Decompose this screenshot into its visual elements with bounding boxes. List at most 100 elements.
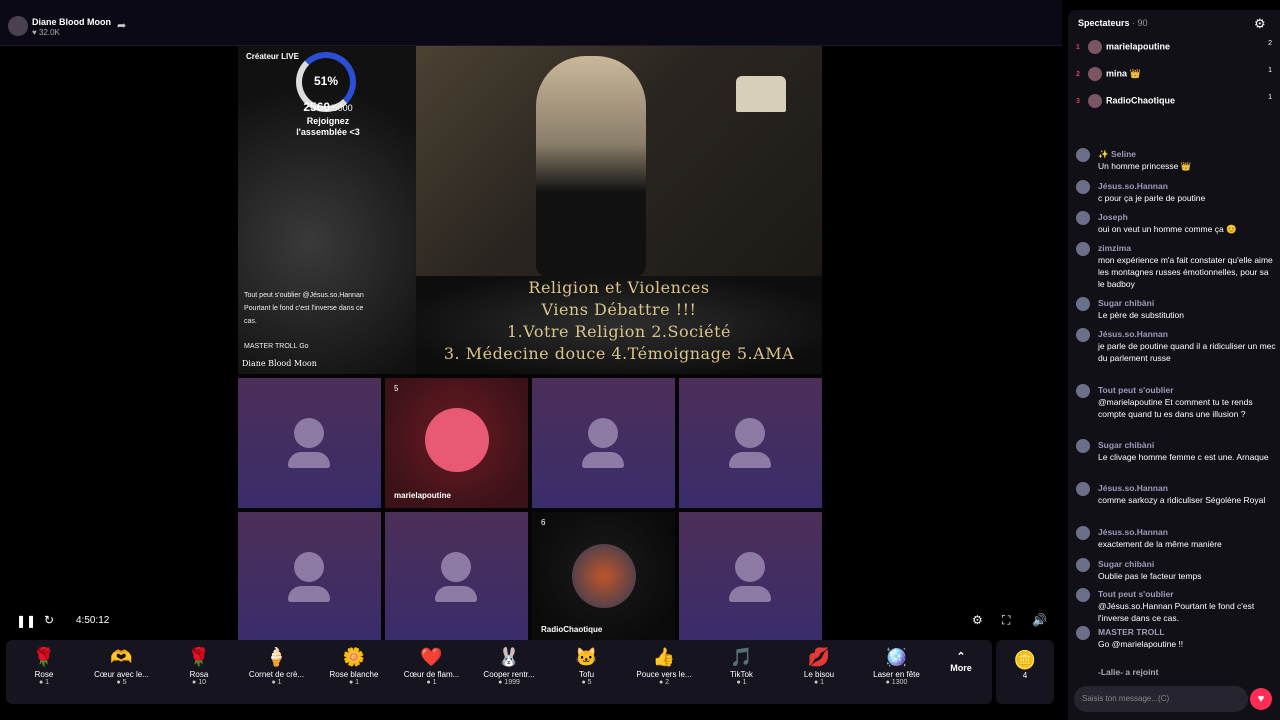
- gift-name: Rose: [34, 670, 54, 679]
- topic-banner: Religion et Violences Viens Débattre !!!…: [416, 276, 822, 374]
- top-viewer[interactable]: 1 marielapoutine 2: [1076, 40, 1276, 54]
- chat-message: MASTER TROLL Go @marielapoutine !!: [1076, 626, 1276, 650]
- gift-bar: 🌹 Rose ● 1 🫶 Cœur avec le... ● 5 🌹 Rosa ● 10 🍦 Cor…: [6, 640, 992, 704]
- lamp-decoration: [736, 76, 786, 112]
- gift-name: Cornet de crè...: [248, 670, 305, 679]
- avatar[interactable]: [1076, 180, 1090, 194]
- chat-message: ✨ Seline Un homme princesse 👑: [1076, 148, 1276, 172]
- gift-icon: 🌼: [342, 647, 366, 667]
- avatar[interactable]: [1076, 297, 1090, 311]
- gift-item[interactable]: 🐱 Tofu ● 5: [549, 646, 625, 686]
- chat-message: Jésus.so.Hannan comme sarkozy a ridiculis…: [1076, 482, 1276, 506]
- gift-icon: 🌹: [187, 647, 211, 667]
- avatar[interactable]: [1076, 482, 1090, 496]
- more-gifts-button[interactable]: ⌃ More: [946, 650, 976, 673]
- gear-icon[interactable]: ⚙: [1254, 16, 1266, 32]
- gift-icon: 👍: [652, 647, 676, 667]
- player-controls: ❚❚ ↻ 4:50:12 ⚙ ⛶ 🔊: [0, 608, 1062, 636]
- overlay-chat-line: cas.: [244, 318, 257, 325]
- avatar[interactable]: [1076, 526, 1090, 540]
- avatar: [1088, 40, 1102, 54]
- settings-icon[interactable]: ⚙: [972, 613, 983, 627]
- gift-item[interactable]: 🪩 Laser en fête ● 1300: [859, 646, 935, 686]
- chat-message: Jésus.so.Hannan c pour ça je parle de pou…: [1076, 180, 1276, 204]
- refresh-icon[interactable]: ↻: [44, 613, 54, 627]
- guest-avatar: [572, 544, 636, 608]
- gift-price: ● 1: [736, 679, 747, 686]
- host-figure: [536, 56, 646, 276]
- top-viewer[interactable]: 2 mina 👑 1: [1076, 67, 1276, 81]
- guest-tile-empty[interactable]: [532, 378, 675, 508]
- volume-icon[interactable]: 🔊: [1032, 613, 1047, 627]
- overlay-chat-line: Pourtant le fond c'est l'inverse dans ce: [244, 305, 364, 312]
- gift-icon: 🌹: [32, 647, 56, 667]
- gift-price: ● 1999: [498, 679, 520, 686]
- avatar[interactable]: [1076, 558, 1090, 572]
- join-notice: -Lalie- a rejoint: [1098, 667, 1159, 677]
- gift-price: ● 1: [813, 679, 825, 686]
- gift-item[interactable]: 🌹 Rosa ● 10: [161, 646, 237, 686]
- gift-name: Le bisou: [803, 670, 835, 679]
- gift-item[interactable]: 🫶 Cœur avec le... ● 5: [84, 646, 160, 686]
- gift-item[interactable]: 🌹 Rose ● 1: [6, 646, 82, 686]
- chat-message: Jésus.so.Hannan exactement de la même man…: [1076, 526, 1276, 550]
- heart-icon[interactable]: ♥: [1250, 688, 1272, 710]
- gift-item[interactable]: 🌼 Rose blanche ● 1: [316, 646, 392, 686]
- goal-percent: 51%: [313, 74, 339, 88]
- overlay-chat-line: MASTER TROLL Go: [244, 343, 309, 350]
- share-icon[interactable]: ➦: [117, 19, 126, 32]
- gift-item[interactable]: 🍦 Cornet de crè... ● 1: [239, 646, 315, 686]
- gift-name: Cœur avec le...: [94, 670, 149, 679]
- avatar[interactable]: [1076, 588, 1090, 602]
- banner-line: Viens Débattre !!!: [541, 300, 697, 319]
- top-viewer[interactable]: 3 RadioChaotique 1: [1076, 94, 1276, 108]
- avatar[interactable]: [1076, 211, 1090, 225]
- overlay-chat-line: Tout peut s'oublier @Jésus.so.Hannan: [244, 292, 364, 299]
- gift-icon: 🍦: [265, 647, 288, 667]
- guest-badge: 5: [394, 384, 399, 393]
- gift-item[interactable]: 👍 Pouce vers le... ● 2: [626, 646, 702, 686]
- gift-item[interactable]: ❤️ Cœur de flam... ● 1: [394, 646, 470, 686]
- avatar[interactable]: [1076, 626, 1090, 640]
- streamer-name[interactable]: Diane Blood Moon: [32, 17, 111, 27]
- chat-message: Joseph oui on veut un homme comme ça 😊: [1076, 211, 1276, 235]
- gift-icon: 🪩: [885, 647, 908, 667]
- host-video[interactable]: Créateur LIVE 51% 2560/5000 Rejoignez l'a…: [238, 46, 822, 374]
- host-caption: Diane Blood Moon: [242, 359, 317, 368]
- gift-item[interactable]: 🎵 TikTok ● 1: [704, 646, 780, 686]
- chat-message: Jésus.so.Hannan je parle de poutine quand…: [1076, 328, 1276, 364]
- streamer-avatar[interactable]: [8, 16, 28, 36]
- guest-tile-empty[interactable]: [238, 378, 381, 508]
- guest-avatar: [425, 408, 489, 472]
- avatar[interactable]: [1076, 148, 1090, 162]
- guest-name: marielapoutine: [394, 491, 451, 500]
- gift-name: Rosa: [189, 670, 209, 679]
- fullscreen-icon[interactable]: ⛶: [1002, 613, 1010, 628]
- coin-balance[interactable]: 🪙 4: [996, 640, 1054, 704]
- gift-name: Tofu: [578, 670, 595, 679]
- gift-item[interactable]: 💋 Le bisou ● 1: [781, 646, 857, 686]
- gift-price: ● 10: [192, 679, 206, 686]
- gift-icon: 🫶: [110, 647, 133, 667]
- pause-icon[interactable]: ❚❚: [16, 614, 36, 628]
- chat-message: Sugar chibàni Le clivage homme femme c es…: [1076, 439, 1276, 463]
- guest-tile-empty[interactable]: [679, 378, 822, 508]
- chat-message: Sugar chibàni Oublie pas le facteur temps: [1076, 558, 1276, 582]
- avatar[interactable]: [1076, 328, 1090, 342]
- guest-tile-marielapoutine[interactable]: 5 marielapoutine: [385, 378, 528, 508]
- gift-price: ● 2: [658, 679, 670, 686]
- chat-message: Sugar chibàni Le père de substitution: [1076, 297, 1276, 321]
- chat-input[interactable]: Saisis ton message...(C): [1074, 686, 1248, 712]
- viewers-title: Spectateurs · 90: [1078, 18, 1148, 28]
- gift-icon: ❤️: [420, 647, 443, 667]
- avatar[interactable]: [1076, 439, 1090, 453]
- gift-price: ● 1300: [885, 679, 908, 686]
- live-stage: Créateur LIVE 51% 2560/5000 Rejoignez l'a…: [238, 46, 822, 642]
- gift-name: Laser en fête: [873, 670, 920, 679]
- avatar[interactable]: [1076, 384, 1090, 398]
- goal-score: 2560/5000: [303, 100, 353, 114]
- gift-name: Cœur de flam...: [403, 670, 460, 679]
- gift-item[interactable]: 🐰 Cooper rentr... ● 1999: [471, 646, 547, 686]
- avatar[interactable]: [1076, 242, 1090, 256]
- gift-price: ● 1: [426, 679, 437, 686]
